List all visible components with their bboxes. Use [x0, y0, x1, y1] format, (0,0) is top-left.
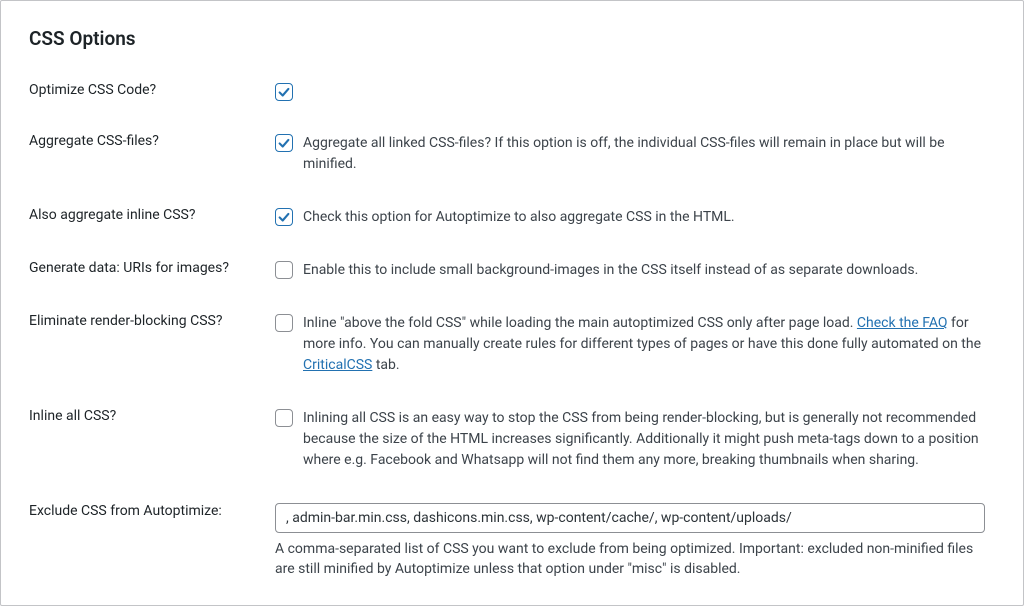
row-inline-all: Inline all CSS? Inlining all CSS is an e… — [29, 408, 995, 471]
label-optimize-css: Optimize CSS Code? — [29, 82, 275, 98]
desc-data-uri: Enable this to include small background-… — [303, 260, 918, 281]
label-exclude-css: Exclude CSS from Autoptimize: — [29, 503, 275, 519]
label-aggregate-css: Aggregate CSS-files? — [29, 133, 275, 149]
checkbox-data-uri[interactable] — [275, 261, 293, 279]
checkbox-aggregate-inline[interactable] — [275, 208, 293, 226]
check-icon — [277, 210, 291, 224]
row-aggregate-inline: Also aggregate inline CSS? Check this op… — [29, 207, 995, 228]
link-check-faq[interactable]: Check the FAQ — [857, 315, 948, 331]
help-exclude-css: A comma-separated list of CSS you want t… — [275, 539, 985, 580]
check-icon — [277, 85, 291, 99]
label-aggregate-inline: Also aggregate inline CSS? — [29, 207, 275, 223]
row-exclude-css: Exclude CSS from Autoptimize: A comma-se… — [29, 503, 995, 580]
checkbox-inline-all[interactable] — [275, 409, 293, 427]
row-eliminate-render-blocking: Eliminate render-blocking CSS? Inline "a… — [29, 313, 995, 376]
desc-text: Inline "above the fold CSS" while loadin… — [303, 315, 857, 331]
link-criticalcss[interactable]: CriticalCSS — [303, 357, 372, 373]
label-inline-all: Inline all CSS? — [29, 408, 275, 424]
checkbox-eliminate-render-blocking[interactable] — [275, 314, 293, 332]
row-data-uri: Generate data: URIs for images? Enable t… — [29, 260, 995, 281]
checkbox-optimize-css[interactable] — [275, 83, 293, 101]
desc-eliminate-render-blocking: Inline "above the fold CSS" while loadin… — [303, 313, 985, 376]
row-optimize-css: Optimize CSS Code? — [29, 82, 995, 101]
desc-inline-all: Inlining all CSS is an easy way to stop … — [303, 408, 985, 471]
css-options-panel: CSS Options Optimize CSS Code? Aggregate… — [0, 0, 1024, 606]
label-data-uri: Generate data: URIs for images? — [29, 260, 275, 276]
row-aggregate-css: Aggregate CSS-files? Aggregate all linke… — [29, 133, 995, 175]
check-icon — [277, 136, 291, 150]
label-eliminate-render-blocking: Eliminate render-blocking CSS? — [29, 313, 275, 329]
checkbox-aggregate-css[interactable] — [275, 134, 293, 152]
section-title: CSS Options — [29, 27, 995, 50]
desc-text: tab. — [372, 357, 399, 373]
desc-aggregate-inline: Check this option for Autoptimize to als… — [303, 207, 735, 228]
input-exclude-css[interactable] — [275, 503, 985, 533]
desc-aggregate-css: Aggregate all linked CSS-files? If this … — [303, 133, 985, 175]
